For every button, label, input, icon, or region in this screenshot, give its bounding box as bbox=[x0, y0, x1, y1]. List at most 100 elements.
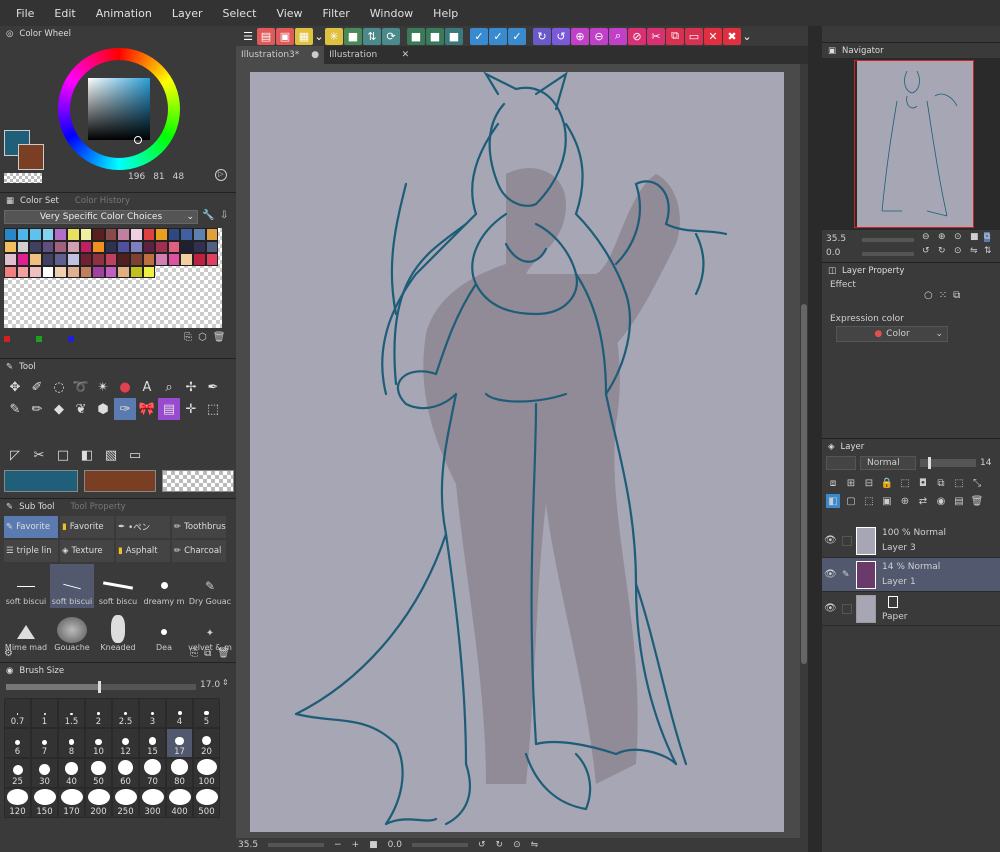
expression-color-dropdown[interactable]: ● Color ⌄ bbox=[836, 326, 948, 342]
eye-icon[interactable]: 👁 bbox=[824, 569, 838, 580]
color-swatch[interactable] bbox=[205, 253, 219, 266]
trash-icon[interactable]: 🗑 bbox=[970, 494, 984, 508]
brush-preset[interactable]: soft biscui bbox=[50, 564, 94, 608]
trash-icon[interactable]: 🗑 bbox=[217, 648, 230, 659]
tone-effect-icon[interactable]: ⁙ bbox=[939, 290, 947, 301]
stop-icon[interactable]: ■ bbox=[970, 232, 979, 242]
brush-size-option[interactable]: 2.5 bbox=[112, 698, 139, 728]
color-swatch[interactable] bbox=[129, 265, 143, 279]
open-file-icon[interactable]: ▣ bbox=[276, 27, 294, 45]
color-swatch[interactable] bbox=[41, 228, 55, 241]
brush-size-option[interactable]: 20 bbox=[193, 728, 220, 758]
rect-tool-icon[interactable]: □ bbox=[52, 444, 74, 466]
flip-icon[interactable]: ⇅ bbox=[363, 27, 381, 45]
color-swatch[interactable] bbox=[29, 265, 42, 279]
color-swatch[interactable] bbox=[129, 253, 143, 266]
brush-size-option[interactable]: 15 bbox=[139, 728, 166, 758]
brush-size-option[interactable]: 10 bbox=[85, 728, 112, 758]
color-swatch[interactable] bbox=[155, 228, 168, 241]
lock-box-icon[interactable] bbox=[842, 535, 852, 546]
combine-icon[interactable]: ▤ bbox=[952, 494, 966, 508]
new-correction-icon[interactable]: ⊕ bbox=[898, 494, 912, 508]
eye-icon[interactable]: 👁 bbox=[824, 603, 838, 614]
color-swatch[interactable] bbox=[180, 240, 193, 254]
subtool-group-triple[interactable]: ☰ triple lin bbox=[4, 540, 58, 562]
reference-icon[interactable]: ⊟ bbox=[862, 476, 876, 490]
color-swatch[interactable] bbox=[4, 228, 17, 241]
cut-icon[interactable]: ✂ bbox=[647, 27, 665, 45]
brush-preset[interactable]: soft biscui bbox=[4, 564, 48, 608]
navigator-preview[interactable] bbox=[822, 58, 1000, 230]
brush-size-option[interactable]: 100 bbox=[193, 758, 220, 788]
color-swatch[interactable] bbox=[66, 253, 80, 266]
layer-effect-icon[interactable]: ⧉ bbox=[934, 476, 948, 490]
color-swatch[interactable] bbox=[167, 253, 181, 266]
color-set-dropdown[interactable]: Very Specific Color Choices ⌄ bbox=[4, 210, 198, 224]
decoration-tool-icon[interactable]: 🎀 bbox=[136, 398, 158, 420]
flip-v-icon[interactable]: ⇅ bbox=[984, 246, 992, 256]
color-swatch[interactable] bbox=[92, 265, 105, 279]
add-color-icon[interactable]: ⎘ bbox=[184, 332, 192, 343]
flip-h-icon[interactable]: ⇋ bbox=[970, 246, 978, 256]
layer-op3-icon[interactable]: ■ bbox=[445, 27, 463, 45]
color-swatch[interactable] bbox=[167, 240, 181, 254]
replace-color-icon[interactable]: ⬡ bbox=[198, 332, 207, 343]
layer-row-layer3[interactable]: 👁 100 % Normal Layer 3 bbox=[822, 524, 1000, 558]
chevron-down-icon[interactable]: ⌄ bbox=[314, 28, 324, 45]
lock-icon[interactable]: 🔒 bbox=[880, 476, 894, 490]
pencil-tool-icon[interactable]: ✎ bbox=[4, 398, 26, 420]
flip-icon[interactable]: ⇋ bbox=[531, 840, 539, 850]
alpha-lock-icon[interactable]: ⬚ bbox=[898, 476, 912, 490]
merge-icon[interactable]: ⤡ bbox=[970, 476, 984, 490]
color-swatch[interactable] bbox=[104, 265, 118, 279]
menu-view[interactable]: View bbox=[276, 7, 302, 20]
color-swatch[interactable] bbox=[54, 265, 67, 279]
tab-illustration[interactable]: Illustration ✕ bbox=[324, 46, 414, 64]
brush-preset[interactable]: ✎ Dry Gouac bbox=[188, 564, 232, 608]
subtool-group-texture[interactable]: ◈ Texture bbox=[60, 540, 114, 562]
airbrush-tool-icon[interactable]: ✑ bbox=[114, 398, 136, 420]
color-swatch[interactable] bbox=[66, 265, 80, 279]
menu-select[interactable]: Select bbox=[223, 7, 257, 20]
angle-value[interactable]: 0.0 bbox=[388, 840, 402, 850]
subtool-group-toothbrush[interactable]: ✏Toothbrush bbox=[172, 516, 226, 538]
angle-slider[interactable] bbox=[411, 843, 468, 847]
select-icon[interactable]: ⬚ bbox=[952, 476, 966, 490]
figure-tool-icon[interactable]: ▤ bbox=[158, 398, 180, 420]
brush-size-option[interactable]: 60 bbox=[112, 758, 139, 788]
color-swatch[interactable] bbox=[66, 240, 80, 254]
brush-size-option[interactable]: 25 bbox=[4, 758, 31, 788]
clip-icon[interactable]: ⊞ bbox=[844, 476, 858, 490]
color-swatch[interactable] bbox=[205, 228, 219, 241]
subtool-group-favorite-2[interactable]: ▮ Favorite bbox=[60, 516, 114, 538]
color-swatch[interactable] bbox=[41, 265, 55, 279]
sparkle-icon[interactable]: ✴ bbox=[92, 376, 114, 398]
rotate-right-icon[interactable]: ↻ bbox=[496, 840, 504, 850]
color-swatch[interactable] bbox=[117, 228, 130, 241]
blue-channel-icon[interactable] bbox=[68, 336, 74, 342]
transform-icon[interactable]: ✳ bbox=[325, 27, 343, 45]
tab-illustration3[interactable]: Illustration3* ● bbox=[236, 46, 325, 64]
lock-box-icon[interactable] bbox=[842, 603, 852, 614]
close-icon[interactable]: ✕ bbox=[704, 27, 722, 45]
brush-size-option[interactable]: 6 bbox=[4, 728, 31, 758]
menu-filter[interactable]: Filter bbox=[323, 7, 350, 20]
color-swatch[interactable] bbox=[54, 253, 67, 266]
subtool-group-asphalt[interactable]: ▮ Asphalt bbox=[116, 540, 170, 562]
color-icon[interactable]: ◘ bbox=[916, 476, 930, 490]
color-swatch[interactable] bbox=[142, 228, 156, 241]
brush-size-option[interactable]: 17 bbox=[166, 728, 193, 758]
sub-color-swatch[interactable] bbox=[18, 144, 44, 170]
brush-size-option[interactable]: 30 bbox=[31, 758, 58, 788]
color-swatch[interactable] bbox=[54, 240, 67, 254]
3d-tool-icon[interactable]: ⬚ bbox=[202, 398, 224, 420]
paste-icon[interactable]: ▭ bbox=[685, 27, 703, 45]
add-icon[interactable]: ⎘ bbox=[190, 648, 198, 659]
color-swatch[interactable] bbox=[180, 228, 193, 241]
main-color-bar[interactable] bbox=[4, 470, 78, 492]
color-swatch[interactable] bbox=[16, 228, 30, 241]
brush-size-option[interactable]: 1.5 bbox=[58, 698, 85, 728]
new-file-icon[interactable]: ▤ bbox=[257, 27, 275, 45]
color-swatch[interactable] bbox=[92, 228, 105, 241]
brush-size-option[interactable]: 8 bbox=[58, 728, 85, 758]
